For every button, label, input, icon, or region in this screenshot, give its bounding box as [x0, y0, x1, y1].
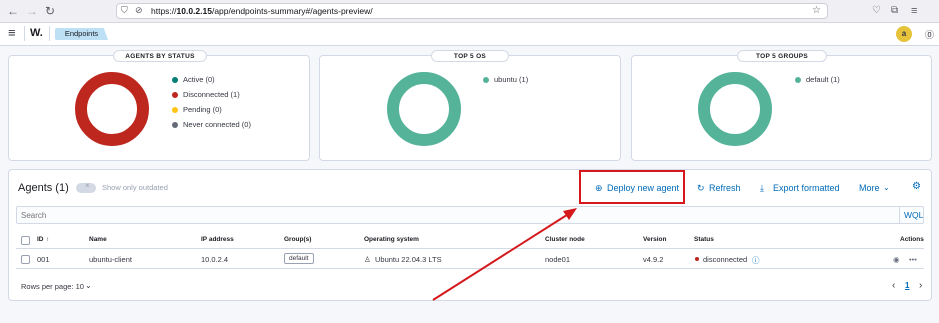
annotation-arrow [432, 208, 577, 301]
